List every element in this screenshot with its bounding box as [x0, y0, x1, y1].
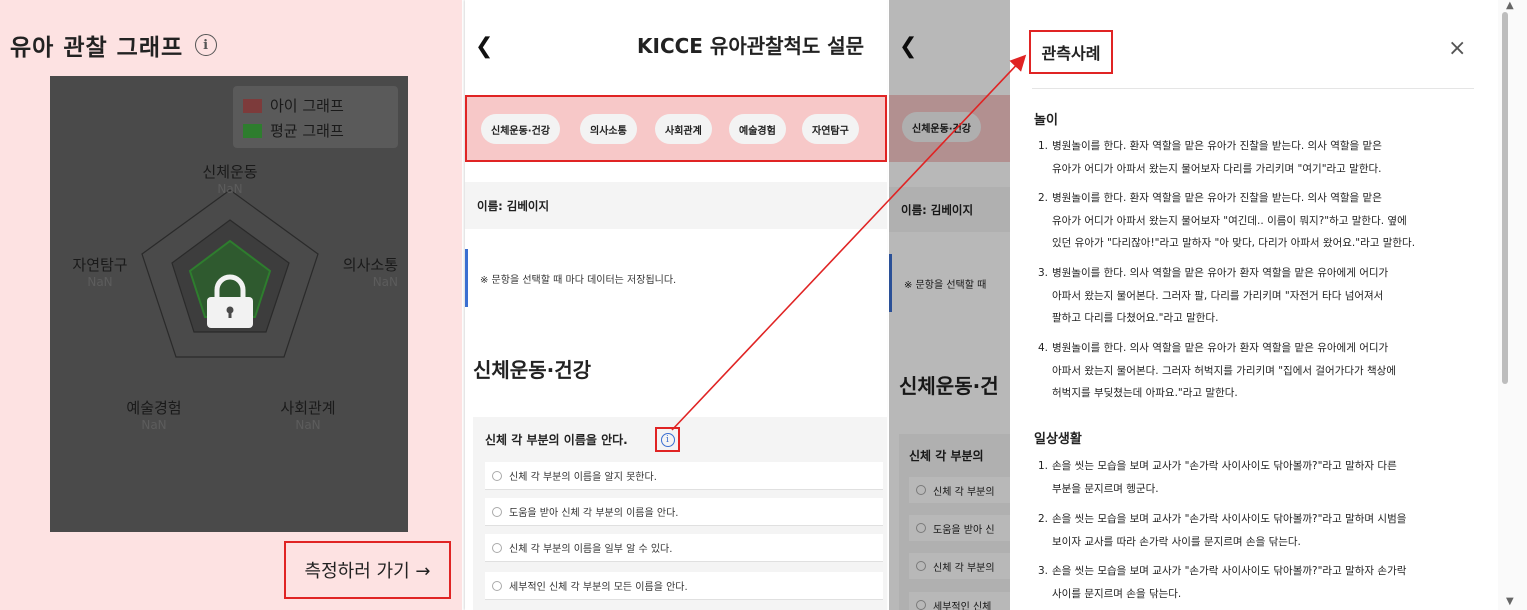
graph-panel: 유아 관찰 그래프 i 아이 그래프 평균 그래프 신체운동 NaN 의사소통 …	[0, 0, 462, 610]
tab-art[interactable]: 예술경험	[729, 114, 786, 144]
save-notice: ※ 문항을 선택할 때 마다 데이터는 저장됩니다.	[465, 249, 887, 307]
case-item: 4. 병원놀이를 한다. 의사 역할을 맡은 유아가 환자 역할을 맡은 유아에게…	[1038, 342, 1396, 399]
survey-panel: ❮ KICCE 유아관찰척도 설문 신체운동·건강 의사소통 사회관계 예술경험…	[465, 0, 887, 610]
axis-label-art: 예술경험 NaN	[114, 400, 194, 434]
axis-value-communication: NaN	[372, 275, 398, 289]
axis-value-art: NaN	[141, 418, 167, 432]
axis-label-nature: 자연탐구 NaN	[60, 257, 140, 291]
category-tab-bar: 신체운동·건강 의사소통 사회관계 예술경험 자연탐구	[465, 95, 887, 162]
question-info-button[interactable]: i	[655, 427, 680, 452]
info-icon[interactable]: i	[195, 34, 218, 56]
info-icon: i	[660, 432, 675, 447]
close-icon[interactable]: ×	[1448, 36, 1466, 61]
observation-modal: 관측사례 × 놀이 1. 병원놀이를 한다. 환자 역할을 맡은 유아가 진찰을 …	[1010, 0, 1498, 610]
axis-name-physical: 신체운동	[202, 163, 258, 181]
scrollbar-thumb[interactable]	[1502, 12, 1508, 384]
axis-name-art: 예술경험	[126, 399, 182, 417]
lock-icon	[207, 274, 253, 328]
axis-name-communication: 의사소통	[342, 256, 398, 274]
section-title: 신체운동·건강	[473, 358, 591, 382]
axis-value-physical: NaN	[217, 182, 243, 196]
question-card: 신체 각 부분의 이름을 안다. i 신체 각 부분의 이름을 알지 못한다. …	[473, 417, 887, 610]
tab-nature[interactable]: 자연탐구	[802, 114, 859, 144]
case-item: 3. 손을 씻는 모습을 보며 교사가 "손가락 사이사이도 닦아볼까?"라고 말…	[1038, 565, 1407, 600]
axis-value-social: NaN	[295, 418, 321, 432]
radar-chart: 아이 그래프 평균 그래프 신체운동 NaN 의사소통 NaN 사회관계 NaN…	[50, 76, 408, 532]
category-daily-life: 일상생활	[1034, 432, 1082, 447]
survey-background-panel: ❮ 신체운동·건강 이름: 김베이지 ※ 문항을 선택할 때 신체운동·건 신체…	[889, 0, 1010, 610]
axis-value-nature: NaN	[87, 275, 113, 289]
radio-icon[interactable]	[492, 470, 502, 481]
child-name: 이름: 김베이지	[465, 182, 887, 229]
answer-option-4[interactable]: 세부적인 신체 각 부분의 모든 이름을 안다.	[485, 572, 883, 600]
question-text: 신체 각 부분의 이름을 안다.	[485, 433, 628, 447]
axis-name-social: 사회관계	[280, 399, 336, 417]
modal-backdrop[interactable]	[889, 0, 1010, 610]
tab-social[interactable]: 사회관계	[655, 114, 712, 144]
screenshot-root: 유아 관찰 그래프 i 아이 그래프 평균 그래프 신체운동 NaN 의사소통 …	[0, 0, 1527, 610]
survey-title: KICCE 유아관찰척도 설문	[637, 34, 865, 58]
case-item: 3. 병원놀이를 한다. 의사 역할을 맡은 유아가 환자 역할을 맡은 유아에게…	[1038, 267, 1389, 324]
graph-title: 유아 관찰 그래프 i	[10, 28, 218, 62]
option-label: 신체 각 부분의 이름을 일부 알 수 있다.	[509, 544, 673, 555]
answer-option-1[interactable]: 신체 각 부분의 이름을 알지 못한다.	[485, 462, 883, 490]
case-item: 2. 손을 씻는 모습을 보며 교사가 "손가락 사이사이도 닦아볼까?"라고 말…	[1038, 513, 1407, 548]
answer-option-2[interactable]: 도움을 받아 신체 각 부분의 이름을 안다.	[485, 498, 883, 526]
axis-label-physical: 신체운동 NaN	[197, 164, 263, 198]
scroll-up-icon[interactable]: ▲	[1506, 0, 1514, 11]
case-item: 1. 손을 씻는 모습을 보며 교사가 "손가락 사이사이도 닦아볼까?"라고 말…	[1038, 460, 1397, 495]
option-label: 도움을 받아 신체 각 부분의 이름을 안다.	[509, 508, 679, 519]
option-label: 세부적인 신체 각 부분의 모든 이름을 안다.	[509, 582, 688, 593]
scroll-down-icon[interactable]: ▼	[1506, 596, 1514, 607]
category-play: 놀이	[1034, 113, 1058, 128]
divider	[1032, 88, 1474, 89]
graph-title-text: 유아 관찰 그래프	[10, 35, 184, 61]
radio-icon[interactable]	[492, 580, 502, 591]
tab-communication[interactable]: 의사소통	[580, 114, 637, 144]
modal-title: 관측사례	[1029, 30, 1113, 74]
axis-label-communication: 의사소통 NaN	[318, 257, 398, 291]
case-item: 2. 병원놀이를 한다. 환자 역할을 맡은 유아가 진찰을 받는다. 의사 역할…	[1038, 192, 1416, 249]
go-measure-button[interactable]: 측정하러 가기 →	[284, 541, 451, 599]
radio-icon[interactable]	[492, 506, 502, 517]
radio-icon[interactable]	[492, 542, 502, 553]
back-arrow-icon[interactable]: ❮	[475, 34, 493, 59]
answer-option-3[interactable]: 신체 각 부분의 이름을 일부 알 수 있다.	[485, 534, 883, 562]
axis-name-nature: 자연탐구	[72, 256, 128, 274]
axis-label-social: 사회관계 NaN	[268, 400, 348, 434]
tab-physical[interactable]: 신체운동·건강	[481, 114, 560, 144]
case-item: 1. 병원놀이를 한다. 환자 역할을 맡은 유아가 진찰을 받는다. 의사 역할…	[1038, 140, 1382, 175]
option-label: 신체 각 부분의 이름을 알지 못한다.	[509, 472, 657, 483]
